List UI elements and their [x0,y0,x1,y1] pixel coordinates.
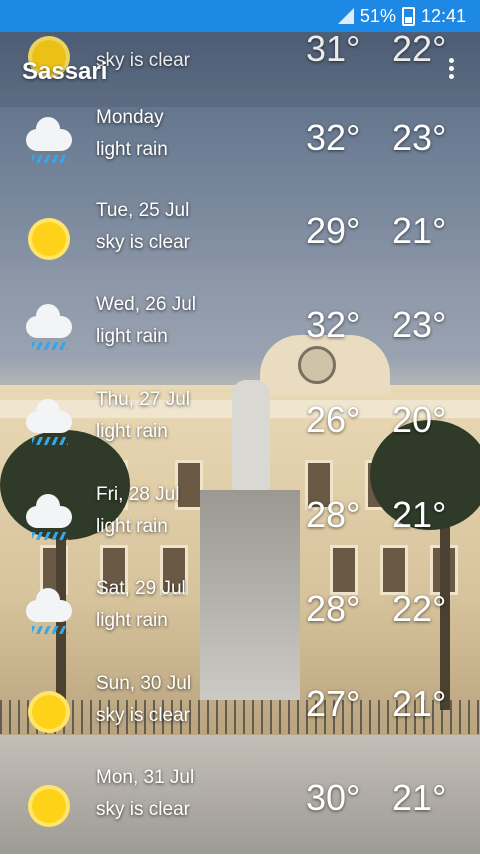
overflow-menu-icon[interactable] [446,58,456,82]
forecast-low-temp: 20° [392,399,447,440]
forecast-day: Sat, 29 Jul [96,578,186,599]
rain-icon [26,117,72,169]
forecast-day: Wed, 26 Jul [96,294,196,315]
forecast-row[interactable]: Sat, 29 Jul light rain 28° 22° [0,578,480,672]
forecast-day: Mon, 31 Jul [96,767,195,788]
sun-icon [26,783,72,829]
signal-icon [337,8,354,24]
sun-icon [26,689,72,735]
forecast-low-temp: 21° [392,683,447,724]
forecast-row[interactable]: Sun, 30 Jul sky is clear 27° 21° [0,673,480,767]
forecast-day: Monday [96,107,164,128]
forecast-high-temp: 27° [306,683,361,724]
forecast-low-temp: 22° [392,588,447,629]
rain-icon [26,588,72,640]
forecast-day: Sun, 30 Jul [96,673,192,694]
forecast-low-temp: 23° [392,117,447,158]
rain-icon [26,304,72,356]
forecast-row[interactable]: Tue, 25 Jul sky is clear 29° 21° [0,200,480,294]
forecast-condition: sky is clear [96,705,190,726]
forecast-high-temp: 28° [306,494,361,535]
forecast-high-temp: 32° [306,304,361,345]
forecast-day: Fri, 28 Jul [96,484,180,505]
city-title[interactable]: Sassari [22,58,107,86]
forecast-condition: light rain [96,610,168,631]
forecast-row[interactable]: Thu, 27 Jul light rain 26° 20° [0,389,480,483]
forecast-row[interactable]: Fri, 28 Jul light rain 28° 21° [0,484,480,578]
forecast-day: Tue, 25 Jul [96,200,190,221]
forecast-row[interactable]: Wed, 26 Jul light rain 32° 23° [0,294,480,388]
battery-percent: 51% [359,5,396,26]
forecast-condition: light rain [96,421,168,442]
forecast-low-temp: 21° [392,494,447,535]
forecast-low-temp: 21° [392,210,447,251]
forecast-condition: light rain [96,139,168,160]
forecast-high-temp: 30° [306,777,361,818]
forecast-high-temp: 28° [306,588,361,629]
sun-icon [26,216,72,262]
forecast-low-temp: 21° [392,777,447,818]
forecast-low-temp: 23° [392,304,447,345]
forecast-condition: sky is clear [96,799,190,820]
forecast-high-temp: 29° [306,210,361,251]
rain-icon [26,399,72,451]
battery-icon [401,6,415,26]
forecast-high-temp: 26° [306,399,361,440]
rain-icon [26,494,72,546]
forecast-condition: sky is clear [96,232,190,253]
forecast-day: Thu, 27 Jul [96,389,190,410]
forecast-high-temp: 32° [306,117,361,158]
status-bar: 51% 12:41 [0,0,480,32]
forecast-row[interactable]: Mon, 31 Jul sky is clear 30° 21° [0,767,480,861]
clock-time: 12:41 [420,5,466,26]
forecast-row[interactable]: Monday light rain 32° 23° [0,107,480,201]
forecast-condition: light rain [96,516,168,537]
forecast-condition: light rain [96,326,168,347]
